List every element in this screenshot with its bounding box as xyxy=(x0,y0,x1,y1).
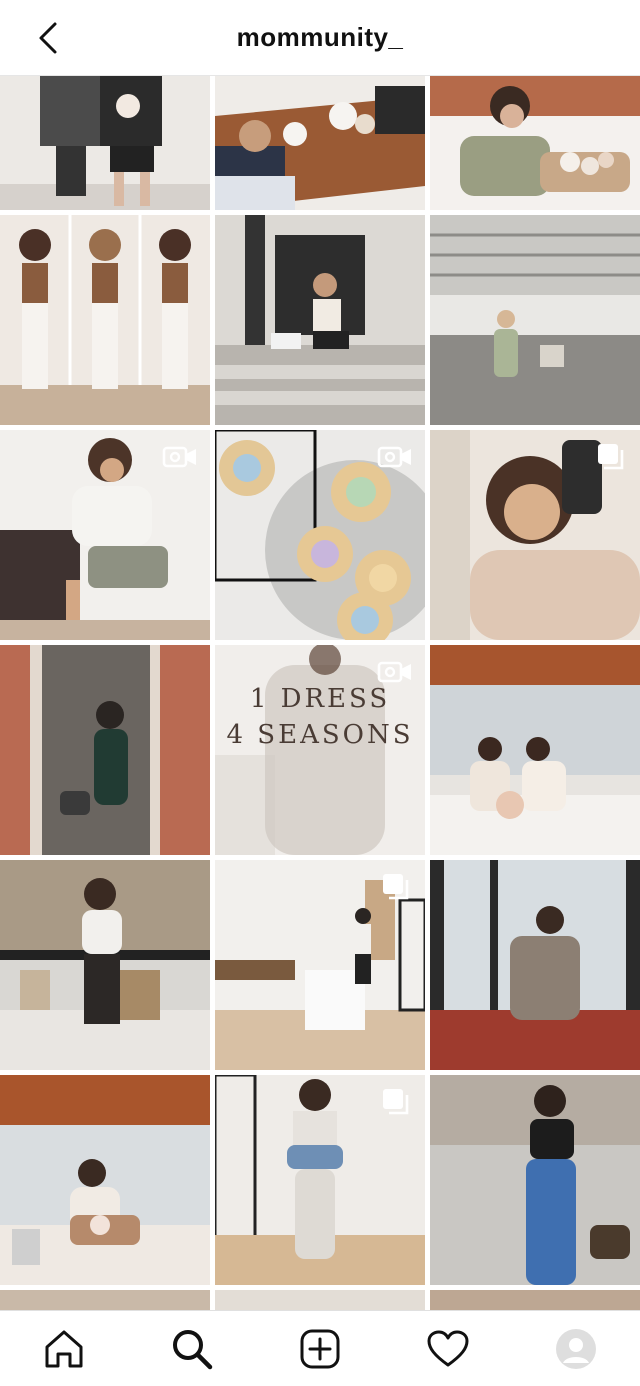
search-icon xyxy=(173,1330,213,1370)
grid-post[interactable] xyxy=(215,860,425,1070)
explore-grid: 1 DRESS 4 SEASONS xyxy=(0,76,640,1310)
grid-post[interactable] xyxy=(0,1290,210,1310)
post-photo-garage xyxy=(430,215,640,425)
carousel-icon xyxy=(598,444,624,470)
activity-heart-icon xyxy=(427,1330,469,1367)
nav-home[interactable] xyxy=(40,1325,88,1373)
bottom-navigation xyxy=(0,1310,640,1386)
grid-post[interactable] xyxy=(430,1075,640,1285)
video-icon xyxy=(377,446,411,468)
add-post-icon xyxy=(300,1329,340,1369)
video-icon xyxy=(377,661,411,683)
grid-post[interactable]: 1 DRESS 4 SEASONS xyxy=(215,645,425,855)
grid-post[interactable] xyxy=(430,860,640,1070)
grid-post[interactable] xyxy=(215,1290,425,1310)
overlay-line-2: 4 SEASONS xyxy=(226,720,414,750)
nav-activity[interactable] xyxy=(424,1325,472,1373)
post-photo-triptych xyxy=(0,215,210,425)
post-photo-patio xyxy=(0,860,210,1070)
post-photo-bouquet xyxy=(0,1075,210,1285)
top-bar: mommunity_ xyxy=(0,0,640,76)
grid-post[interactable] xyxy=(430,215,640,425)
grid-post[interactable] xyxy=(430,76,640,210)
grid-post[interactable] xyxy=(0,1075,210,1285)
grid-post[interactable] xyxy=(430,430,640,640)
grid-post[interactable] xyxy=(215,215,425,425)
grid-post[interactable] xyxy=(215,1075,425,1285)
post-photo-jeans xyxy=(430,1075,640,1285)
post-photo-stairs xyxy=(215,215,425,425)
nav-search[interactable] xyxy=(168,1325,216,1373)
home-icon xyxy=(45,1330,83,1368)
post-photo-kids xyxy=(0,76,210,210)
grid-post[interactable] xyxy=(215,76,425,210)
grid-post[interactable] xyxy=(0,645,210,855)
carousel-icon xyxy=(383,1089,409,1115)
grid-post[interactable] xyxy=(0,430,210,640)
carousel-icon xyxy=(383,874,409,900)
grid-post[interactable] xyxy=(0,76,210,210)
video-icon xyxy=(162,446,196,468)
post-photo-orange-door xyxy=(0,645,210,855)
post-photo-bed-two xyxy=(430,645,640,855)
profile-username[interactable]: mommunity_ xyxy=(0,22,640,53)
post-photo-window xyxy=(430,860,640,1070)
post-photo-table xyxy=(215,76,425,210)
video-title-overlay: 1 DRESS 4 SEASONS xyxy=(215,681,425,753)
nav-profile[interactable] xyxy=(552,1325,600,1373)
nav-new-post[interactable] xyxy=(296,1325,344,1373)
grid-post[interactable] xyxy=(0,215,210,425)
grid-post[interactable] xyxy=(430,645,640,855)
profile-avatar xyxy=(556,1329,596,1369)
grid-post[interactable] xyxy=(215,430,425,640)
post-photo-bed xyxy=(430,76,640,210)
grid-post[interactable] xyxy=(430,1290,640,1310)
grid-post[interactable] xyxy=(0,860,210,1070)
